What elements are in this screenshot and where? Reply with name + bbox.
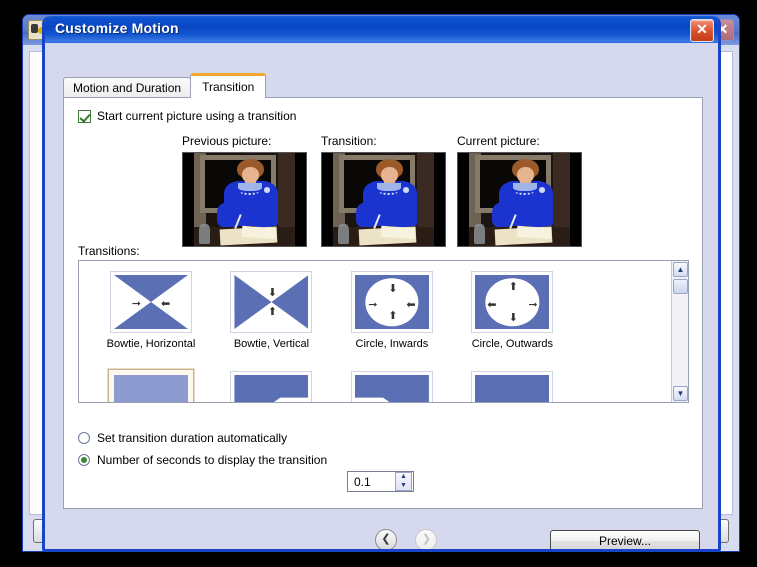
preview-current-caption: Current picture:	[457, 134, 540, 148]
radio-manual-duration-row[interactable]: Number of seconds to display the transit…	[78, 453, 327, 467]
transition-thumb-wrap: ➞ ⬅	[110, 271, 192, 333]
transition-item-label: Bowtie, Vertical	[233, 338, 310, 350]
transition-item-circle-inwards[interactable]: ⬇ ⬆ ➞ ⬅ Circle, Inwards	[334, 267, 450, 367]
transition-thumb-wrap	[350, 371, 433, 402]
preview-previous: Previous picture:	[182, 134, 307, 247]
preview-transition-image	[321, 152, 446, 247]
cross-fade-icon	[114, 375, 188, 402]
diagonal-down-left-icon	[234, 375, 309, 402]
previous-picture-button[interactable]: ❮	[375, 529, 397, 549]
tab-motion-and-duration[interactable]: Motion and Duration	[63, 77, 192, 98]
navigation-arrows: ❮ ❯	[375, 529, 451, 549]
dialog-titlebar[interactable]: Customize Motion ✕	[45, 16, 718, 43]
circle-outwards-icon: ⬆ ⬇ ⬅ ➞	[475, 275, 550, 329]
radio-auto-duration-row[interactable]: Set transition duration automatically	[78, 431, 287, 445]
stepper-down-icon[interactable]: ▼	[396, 482, 411, 491]
transition-thumb-wrap	[108, 369, 194, 402]
transition-item-row2-2[interactable]	[334, 367, 450, 402]
close-icon[interactable]: ✕	[690, 19, 714, 42]
scrollbar-thumb[interactable]	[673, 279, 688, 294]
tab-transition[interactable]: Transition	[190, 73, 267, 98]
transition-thumb-wrap: ⬇ ⬆ ➞ ⬅	[350, 271, 433, 333]
transitions-scrollbar[interactable]: ▲ ▼	[671, 261, 688, 402]
scroll-down-icon[interactable]: ▼	[673, 386, 688, 401]
preview-transition-caption: Transition:	[321, 134, 377, 148]
transition-item-label: Bowtie, Horizontal	[106, 338, 196, 350]
start-transition-label: Start current picture using a transition	[97, 109, 297, 123]
circle-inwards-icon: ⬇ ⬆ ➞ ⬅	[354, 275, 429, 329]
transition-item-bowtie-vertical[interactable]: ⬇ ⬆ Bowtie, Vertical	[213, 267, 329, 367]
transition-thumb-wrap	[230, 371, 313, 402]
preview-transition: Transition:	[321, 134, 446, 247]
radio-auto-duration[interactable]	[78, 432, 90, 444]
radio-auto-duration-label: Set transition duration automatically	[97, 431, 288, 445]
transition-item-cross-fade[interactable]: Cross Fade	[93, 367, 209, 402]
stepper-up-icon[interactable]: ▲	[396, 473, 411, 482]
transition-thumb-wrap: ⬆ ⬇ ⬅ ➞	[471, 271, 554, 333]
checkbox-checked-icon[interactable]	[78, 109, 91, 123]
transition-item-label: Circle, Inwards	[355, 338, 429, 350]
transition-item-label: Circle, Outwards	[471, 338, 553, 350]
transition-item-circle-outwards[interactable]: ⬆ ⬇ ⬅ ➞ Circle, Outwards	[454, 267, 570, 367]
bowtie-vertical-icon: ⬇ ⬆	[234, 275, 309, 329]
transitions-listbox[interactable]: ➞ ⬅ Bowtie, Horizontal ⬇ ⬆ Bowtie, Verti…	[78, 260, 689, 403]
stepper-buttons[interactable]: ▲ ▼	[395, 472, 412, 491]
transition-tab-panel: Start current picture using a transition…	[63, 97, 703, 509]
next-picture-button: ❯	[415, 529, 438, 549]
preview-previous-image	[182, 152, 307, 247]
transitions-label: Transitions:	[78, 244, 140, 258]
seconds-input[interactable]: 0.1	[348, 475, 395, 489]
transition-item-bowtie-horizontal[interactable]: ➞ ⬅ Bowtie, Horizontal	[93, 267, 209, 367]
start-transition-checkbox-row[interactable]: Start current picture using a transition	[78, 109, 296, 123]
radio-manual-duration[interactable]	[78, 454, 90, 466]
dialog-body: Motion and Duration Transition Start curr…	[45, 43, 718, 549]
scroll-up-icon[interactable]: ▲	[673, 262, 688, 277]
radio-manual-duration-label: Number of seconds to display the transit…	[97, 453, 328, 467]
preview-current: Current picture:	[457, 134, 582, 247]
transition-thumb-wrap	[471, 371, 554, 402]
wipe-down-icon	[475, 375, 550, 402]
diagonal-down-right-icon	[354, 375, 429, 402]
bowtie-horizontal-icon: ➞ ⬅	[114, 275, 188, 329]
transitions-grid: ➞ ⬅ Bowtie, Horizontal ⬇ ⬆ Bowtie, Verti…	[79, 261, 672, 402]
preview-previous-caption: Previous picture:	[182, 134, 272, 148]
seconds-stepper[interactable]: 0.1 ▲ ▼	[347, 471, 414, 492]
transition-thumb-wrap: ⬇ ⬆	[230, 271, 313, 333]
customize-motion-dialog: Customize Motion ✕ Motion and Duration Tr…	[42, 16, 721, 552]
preview-current-image	[457, 152, 582, 247]
screen: ✕ Customize Motion ✕ Motion and Duration…	[0, 0, 757, 567]
dialog-title: Customize Motion	[55, 20, 179, 36]
preview-button[interactable]: Preview...	[550, 530, 700, 549]
transition-item-row2-3[interactable]	[454, 367, 570, 402]
transition-item-row2-1[interactable]	[213, 367, 329, 402]
tabstrip: Motion and Duration Transition	[63, 73, 267, 98]
